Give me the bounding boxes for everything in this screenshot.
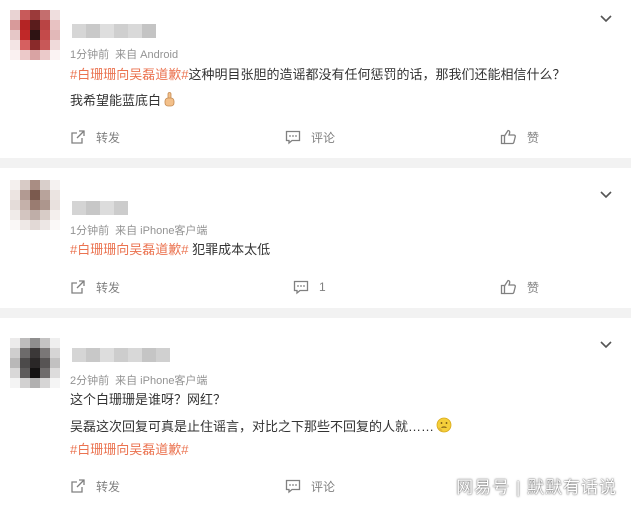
watermark: 网易号 | 默默有话说 [456,478,617,497]
chevron-down-icon[interactable] [599,188,613,199]
username-blurred[interactable] [72,201,128,215]
comment-button[interactable]: 评论 [285,125,335,149]
forward-button[interactable]: 转发 [70,275,120,299]
comment-meta: 2分钟前 来自 iPhone客户端 [70,372,207,388]
comment-text-line: 我希望能蓝底白 [70,92,176,112]
comment-label: 评论 [311,130,336,145]
comment-meta: 1分钟前 来自 Android [70,46,178,62]
share-arrow-icon [71,479,85,493]
action-bar: 转发 评论 赞 [0,125,631,149]
forward-button[interactable]: 转发 [70,125,120,149]
comment-button[interactable]: 1 [293,275,326,299]
action-bar: 转发 1 赞 [0,275,631,299]
comment-text: 这个白珊珊是谁呀？网红？ [70,392,227,407]
comment-text-line: 这个白珊珊是谁呀？网红？ [70,391,226,409]
comment-source: 来自 iPhone客户端 [115,225,208,237]
comment-text-line: #白珊珊向吴磊道歉# 犯罪成本太低 [70,241,270,259]
comment-text: 这种明目张胆的造谣都没有任何惩罚的话，那我们还能相信什么？ [188,67,566,82]
comment-text: 吴磊这次回复可真是止住谣言，对比之下那些不回复的人就…… [70,419,435,434]
forward-label: 转发 [96,130,121,145]
comment-time: 2分钟前 [70,375,110,387]
card-separator [0,158,631,168]
avatar[interactable] [10,10,60,60]
comment-time: 1分钟前 [70,225,110,237]
comment-text-line: #白珊珊向吴磊道歉#这种明目张胆的造谣都没有任何惩罚的话，那我们还能相信什么？ [70,66,565,84]
comment-bubble-icon [293,280,309,295]
comment-text-line: 吴磊这次回复可真是止住谣言，对比之下那些不回复的人就…… [70,417,452,438]
pointing-hand-emoji [163,92,176,112]
forward-label: 转发 [96,479,121,494]
comment-bubble-icon [285,130,301,145]
share-arrow-icon [71,130,85,144]
comment-count: 1 [319,280,326,294]
comment-text: 我希望能蓝底白 [70,93,162,108]
username-blurred[interactable] [72,24,156,38]
thinking-face-emoji [436,417,452,438]
like-button[interactable]: 赞 [500,275,539,299]
like-label: 赞 [527,130,540,145]
like-label: 赞 [527,280,540,295]
comment-label: 评论 [311,479,336,494]
hashtag-link[interactable]: #白珊珊向吴磊道歉# [70,67,188,82]
card-separator [0,308,631,318]
comment-card: 1分钟前 来自 iPhone客户端 #白珊珊向吴磊道歉# 犯罪成本太低 转发 1 … [0,168,631,308]
comment-source: 来自 iPhone客户端 [115,375,208,387]
username-blurred[interactable] [72,348,170,362]
comment-bubble-icon [285,479,301,494]
forward-label: 转发 [96,280,121,295]
comment-card: 1分钟前 来自 Android #白珊珊向吴磊道歉#这种明目张胆的造谣都没有任何惩… [0,0,631,158]
thumbs-up-icon [500,129,516,145]
comment-text-line: #白珊珊向吴磊道歉# [70,441,188,459]
avatar[interactable] [10,338,60,388]
comment-source: 来自 Android [115,49,179,61]
chevron-down-icon[interactable] [599,338,613,349]
comment-meta: 1分钟前 来自 iPhone客户端 [70,222,207,238]
share-arrow-icon [71,280,85,294]
comment-text: 犯罪成本太低 [188,242,271,257]
comment-button[interactable]: 评论 [285,474,335,498]
avatar[interactable] [10,180,60,230]
comment-time: 1分钟前 [70,49,110,61]
hashtag-link[interactable]: #白珊珊向吴磊道歉# [70,242,188,257]
chevron-down-icon[interactable] [599,12,613,23]
forward-button[interactable]: 转发 [70,474,120,498]
thumbs-up-icon [500,279,516,295]
hashtag-link[interactable]: #白珊珊向吴磊道歉# [70,442,188,457]
like-button[interactable]: 赞 [500,125,539,149]
